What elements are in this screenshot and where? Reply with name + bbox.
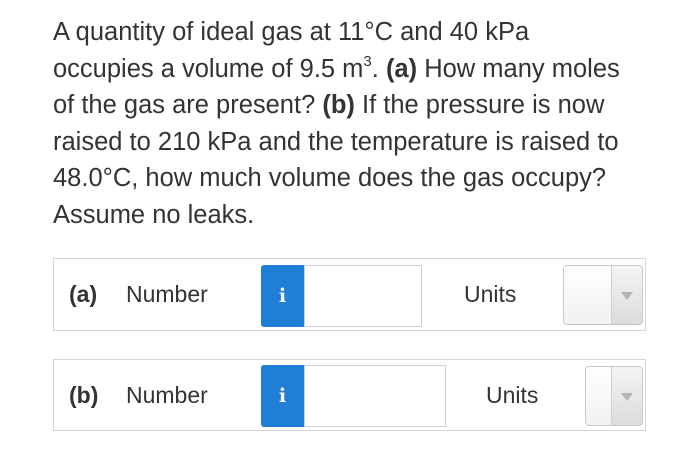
- part-b-label: (b): [69, 382, 99, 408]
- part-b-number-input[interactable]: [304, 365, 446, 427]
- question-line-3a: of the gas are present?: [53, 91, 323, 120]
- answer-row-a: (a) Number i Units: [53, 258, 646, 331]
- part-b-number-label: Number: [126, 382, 208, 408]
- chevron-down-icon[interactable]: [611, 266, 642, 324]
- question-line-2b: .: [371, 54, 386, 83]
- question-part-a-marker: (a): [385, 54, 418, 83]
- part-b-units-select[interactable]: [585, 366, 643, 426]
- question-line-2-superscript: 3: [363, 52, 372, 70]
- part-b-info-icon[interactable]: i: [261, 365, 304, 427]
- part-a-info-icon[interactable]: i: [261, 265, 304, 327]
- part-a-number-label: Number: [126, 281, 208, 307]
- part-a-number-input[interactable]: [304, 265, 422, 327]
- part-a-units-select[interactable]: [563, 265, 643, 325]
- part-a-label: (a): [69, 281, 98, 307]
- question-line-5: 48.0°C, how much volume does the gas occ…: [53, 164, 607, 193]
- part-b-units-label: Units: [486, 382, 539, 408]
- question-part-b-marker: (b): [322, 91, 355, 120]
- question-text: A quantity of ideal gas at 11°C and 40 k…: [53, 14, 673, 234]
- chevron-down-icon[interactable]: [611, 367, 642, 425]
- question-line-6: Assume no leaks.: [53, 200, 255, 229]
- answer-row-b: (b) Number i Units: [53, 359, 646, 431]
- question-line-1: A quantity of ideal gas at 11°C and 40 k…: [53, 18, 530, 46]
- part-a-units-label: Units: [464, 281, 517, 307]
- question-line-4: raised to 210 kPa and the temperature is…: [53, 127, 619, 156]
- question-line-3b: If the pressure is now: [354, 91, 605, 120]
- question-line-2a: occupies a volume of 9.5 m: [53, 54, 364, 83]
- question-line-2c: How many moles: [417, 54, 620, 83]
